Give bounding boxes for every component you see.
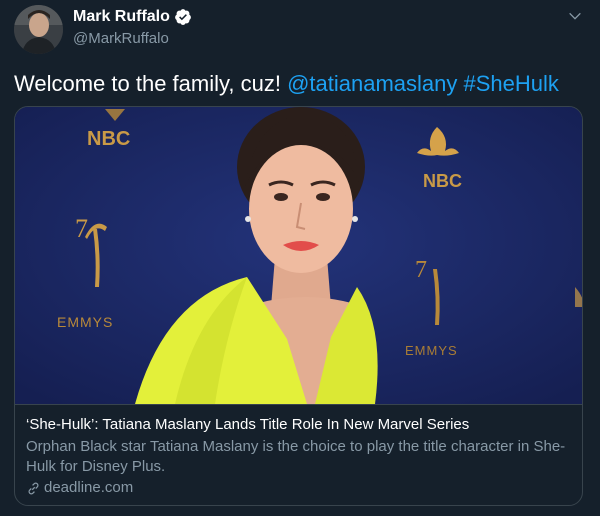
- card-photo: NBC 7 EMMYS NBC 7 EMMYS: [15, 107, 582, 404]
- emmys-logo-text: EMMYS: [57, 314, 113, 330]
- svg-text:7: 7: [415, 257, 427, 283]
- link-icon: [28, 482, 39, 494]
- card-meta: ‘She-Hulk’: Tatiana Maslany Lands Title …: [15, 404, 582, 505]
- tweet-author: Mark Ruffalo @MarkRuffalo: [73, 7, 192, 49]
- tweet-text: Welcome to the family, cuz! @tatianamasl…: [14, 69, 559, 99]
- card-domain-text: deadline.com: [44, 479, 134, 496]
- mention-link[interactable]: @tatianamaslany: [287, 71, 457, 96]
- card-description: Orphan Black star Tatiana Maslany is the…: [26, 438, 566, 475]
- author-display-name[interactable]: Mark Ruffalo: [73, 7, 170, 27]
- chevron-down-icon[interactable]: [567, 8, 583, 24]
- emmys-logo-text: EMMYS: [405, 343, 458, 358]
- avatar[interactable]: [14, 5, 63, 54]
- link-preview-card[interactable]: NBC 7 EMMYS NBC 7 EMMYS ‘She-Hulk’: Tati…: [14, 106, 583, 506]
- verified-badge-icon: [175, 9, 191, 25]
- nbc-logo-text: NBC: [87, 128, 130, 150]
- nbc-logo-text: NBC: [423, 171, 462, 191]
- avatar-image: [14, 5, 63, 54]
- hashtag-link[interactable]: #SheHulk: [464, 71, 559, 96]
- card-image: NBC 7 EMMYS NBC 7 EMMYS: [15, 107, 582, 404]
- author-handle[interactable]: @MarkRuffalo: [73, 29, 192, 49]
- svg-text:7: 7: [75, 214, 88, 243]
- tweet: Mark Ruffalo @MarkRuffalo Welcome to the…: [0, 0, 600, 516]
- card-domain: deadline.com: [26, 478, 571, 498]
- tweet-body: Welcome to the family, cuz!: [14, 71, 288, 96]
- card-title: ‘She-Hulk’: Tatiana Maslany Lands Title …: [26, 416, 470, 433]
